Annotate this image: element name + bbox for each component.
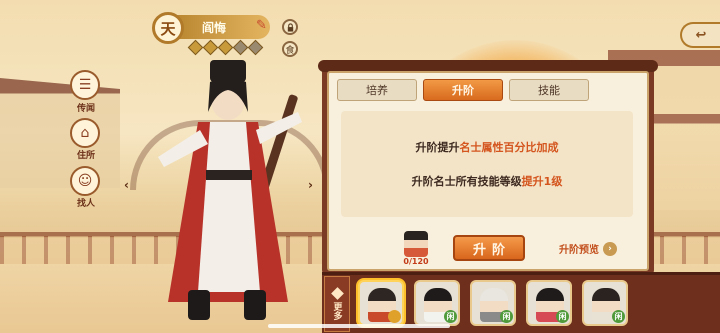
hero-slot[interactable]: 闲 xyxy=(526,280,572,326)
prev-hero-arrow-icon[interactable]: ‹ xyxy=(124,178,129,192)
line2-text: 升阶名士所有技能等级 xyxy=(411,175,522,188)
tab-skills[interactable]: 技能 xyxy=(509,79,589,101)
hero-shard-icon xyxy=(404,231,428,257)
rumors-label: 传闻 xyxy=(76,104,95,114)
find-person-button[interactable]: ☺ xyxy=(70,166,100,196)
rank-badge: 天 xyxy=(152,12,184,44)
residence-button[interactable]: ⌂ xyxy=(70,118,100,148)
upgrade-effect-line-2: 升阶名士所有技能等级提升1级 xyxy=(412,173,563,189)
upgrade-panel: 培养 升阶 技能 升阶提升名士属性百分比加成 升阶名士所有技能等级提升1级 0/… xyxy=(318,60,658,276)
more-label: 更多 xyxy=(331,301,342,320)
status-badge: 闲 xyxy=(444,310,457,323)
status-badge: 闲 xyxy=(612,310,625,323)
panel-body: 培养 升阶 技能 升阶提升名士属性百分比加成 升阶名士所有技能等级提升1级 0/… xyxy=(327,71,649,271)
upgrade-cost: 0/120 xyxy=(401,231,431,267)
hero-name: 阎悔 xyxy=(202,20,227,35)
hero-slot[interactable]: 闲 xyxy=(582,280,628,326)
hero-slot[interactable] xyxy=(358,280,404,326)
upgrade-description: 升阶提升名士属性百分比加成 升阶名士所有技能等级提升1级 xyxy=(341,111,633,217)
hero-name-plate: 阎悔 xyxy=(170,15,270,39)
back-button[interactable]: ↩ xyxy=(680,22,720,48)
cost-count: 0/120 xyxy=(403,257,429,266)
scroll-icon: ☰ xyxy=(78,77,92,93)
person-search-icon: ☺ xyxy=(77,173,93,189)
line1-text: 升阶提升 xyxy=(415,141,460,154)
upgrade-button[interactable]: 升阶 xyxy=(453,235,525,261)
next-hero-arrow-icon[interactable]: › xyxy=(308,178,313,192)
status-badge: 闲 xyxy=(500,310,513,323)
tab-upgrade[interactable]: 升阶 xyxy=(423,79,503,101)
brush-icon: ✎ xyxy=(256,18,267,33)
status-badge xyxy=(388,310,401,323)
left-building xyxy=(0,78,120,188)
line2-highlight: 提升1级 xyxy=(521,175,563,188)
hero-slot[interactable]: 闲 xyxy=(470,280,516,326)
diamond-icon xyxy=(330,286,344,300)
find-person-label: 找人 xyxy=(76,199,95,209)
hero-slot[interactable]: 闲 xyxy=(414,280,460,326)
line1-highlight: 名士属性百分比加成 xyxy=(459,141,559,154)
tab-train[interactable]: 培养 xyxy=(337,79,417,101)
upgrade-preview-button[interactable]: 升阶预览 › xyxy=(559,241,617,256)
rumors-button[interactable]: ☰ xyxy=(70,70,100,100)
home-indicator[interactable] xyxy=(268,324,450,328)
residence-label: 住所 xyxy=(76,151,95,161)
back-arrow-icon: ↩ xyxy=(695,27,707,43)
house-icon: ⌂ xyxy=(80,125,90,141)
chevron-right-icon: › xyxy=(603,241,617,256)
upgrade-effect-line-1: 升阶提升名士属性百分比加成 xyxy=(416,139,559,155)
hero-character xyxy=(158,60,302,320)
lock-icon[interactable] xyxy=(282,19,298,35)
status-badge: 闲 xyxy=(556,310,569,323)
panel-tabs: 培养 升阶 技能 xyxy=(337,79,589,101)
preview-label: 升阶预览 xyxy=(559,245,599,256)
